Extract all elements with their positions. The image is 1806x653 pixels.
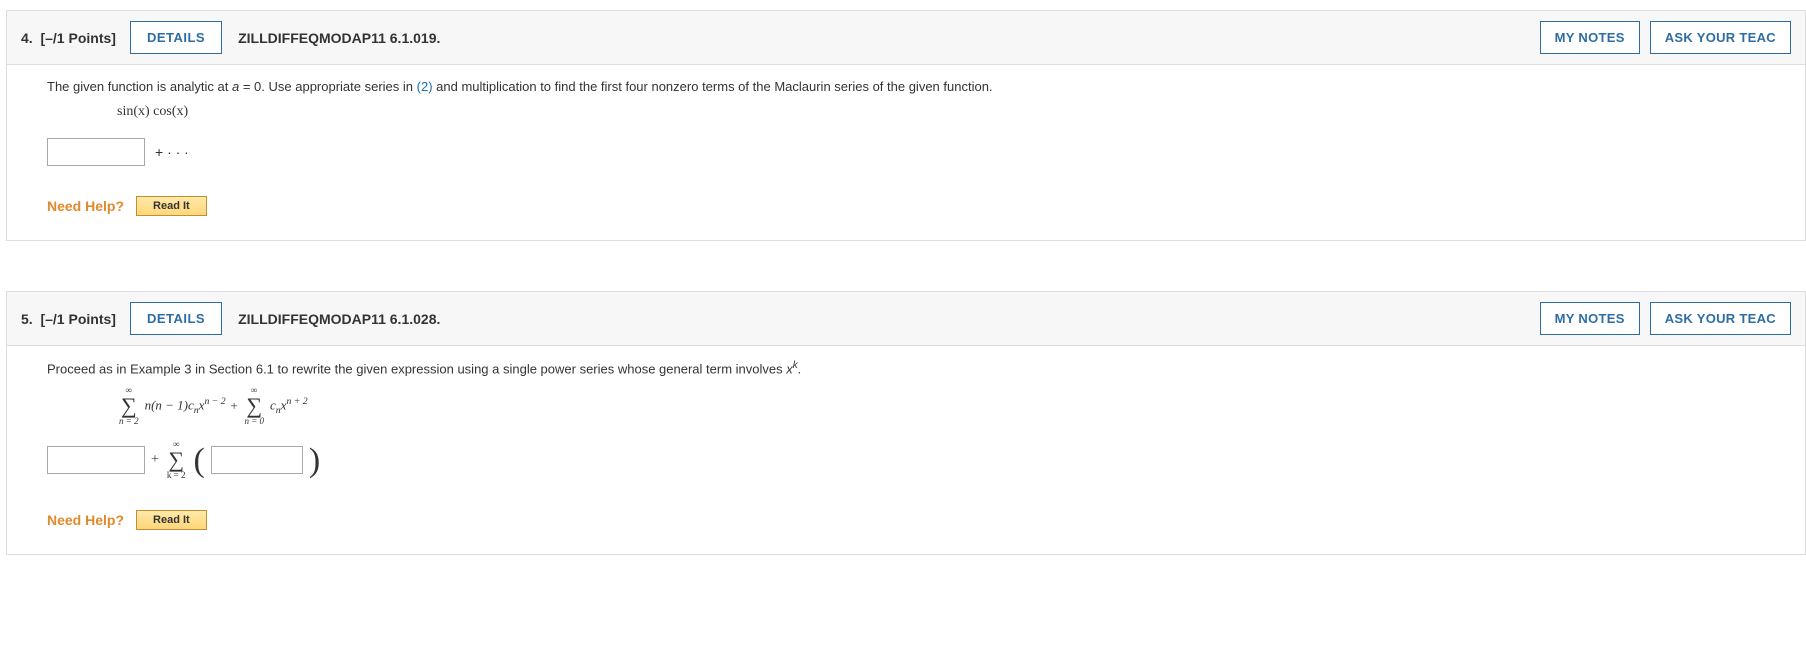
header-right-buttons: MY NOTES ASK YOUR TEAC: [1540, 21, 1791, 54]
question-5-block: 5. [–/1 Points] DETAILS ZILLDIFFEQMODAP1…: [6, 291, 1806, 555]
read-it-button[interactable]: Read It: [136, 196, 207, 216]
sigma-icon: ∞ ∑ k = 2: [167, 440, 186, 480]
question-number: 5. [–/1 Points]: [21, 311, 116, 327]
plus-sign: +: [151, 452, 159, 468]
q4-answer-row: + · · ·: [47, 138, 1765, 166]
q5-answer-input-2[interactable]: [211, 446, 303, 474]
q5-answer-row: + ∞ ∑ k = 2 ( ): [47, 440, 1765, 480]
question-code: ZILLDIFFEQMODAP11 6.1.028.: [238, 311, 440, 327]
q5-series-expression: ∞ ∑ n = 2 n(n − 1)cnxn − 2 + ∞ ∑ n = 0 c…: [117, 386, 1765, 426]
my-notes-button[interactable]: MY NOTES: [1540, 21, 1640, 54]
question-5-header: 5. [–/1 Points] DETAILS ZILLDIFFEQMODAP1…: [7, 292, 1805, 346]
reference-link[interactable]: (2): [417, 79, 433, 94]
read-it-button[interactable]: Read It: [136, 510, 207, 530]
need-help-label: Need Help?: [47, 512, 124, 528]
question-4-prompt: The given function is analytic at a = 0.…: [47, 79, 1765, 94]
sigma-icon: ∞ ∑ n = 2: [119, 386, 139, 426]
q4-expression: sin(x) cos(x): [117, 104, 1765, 120]
need-help-label: Need Help?: [47, 198, 124, 214]
open-paren-icon: (: [193, 447, 204, 474]
q4-answer-input[interactable]: [47, 138, 145, 166]
q4-suffix: + · · ·: [155, 144, 189, 160]
close-paren-icon: ): [309, 447, 320, 474]
question-number: 4. [–/1 Points]: [21, 30, 116, 46]
need-help-row: Need Help? Read It: [47, 510, 1765, 530]
sigma-icon: ∞ ∑ n = 0: [244, 386, 264, 426]
question-4-header: 4. [–/1 Points] DETAILS ZILLDIFFEQMODAP1…: [7, 11, 1805, 65]
header-right-buttons: MY NOTES ASK YOUR TEAC: [1540, 302, 1791, 335]
my-notes-button[interactable]: MY NOTES: [1540, 302, 1640, 335]
question-5-body: Proceed as in Example 3 in Section 6.1 t…: [7, 346, 1805, 554]
details-button[interactable]: DETAILS: [130, 302, 222, 335]
ask-teacher-button[interactable]: ASK YOUR TEAC: [1650, 21, 1791, 54]
question-4-body: The given function is analytic at a = 0.…: [7, 65, 1805, 240]
q5-answer-input-1[interactable]: [47, 446, 145, 474]
question-5-prompt: Proceed as in Example 3 in Section 6.1 t…: [47, 360, 1765, 376]
question-4-block: 4. [–/1 Points] DETAILS ZILLDIFFEQMODAP1…: [6, 10, 1806, 241]
ask-teacher-button[interactable]: ASK YOUR TEAC: [1650, 302, 1791, 335]
question-code: ZILLDIFFEQMODAP11 6.1.019.: [238, 30, 440, 46]
details-button[interactable]: DETAILS: [130, 21, 222, 54]
need-help-row: Need Help? Read It: [47, 196, 1765, 216]
